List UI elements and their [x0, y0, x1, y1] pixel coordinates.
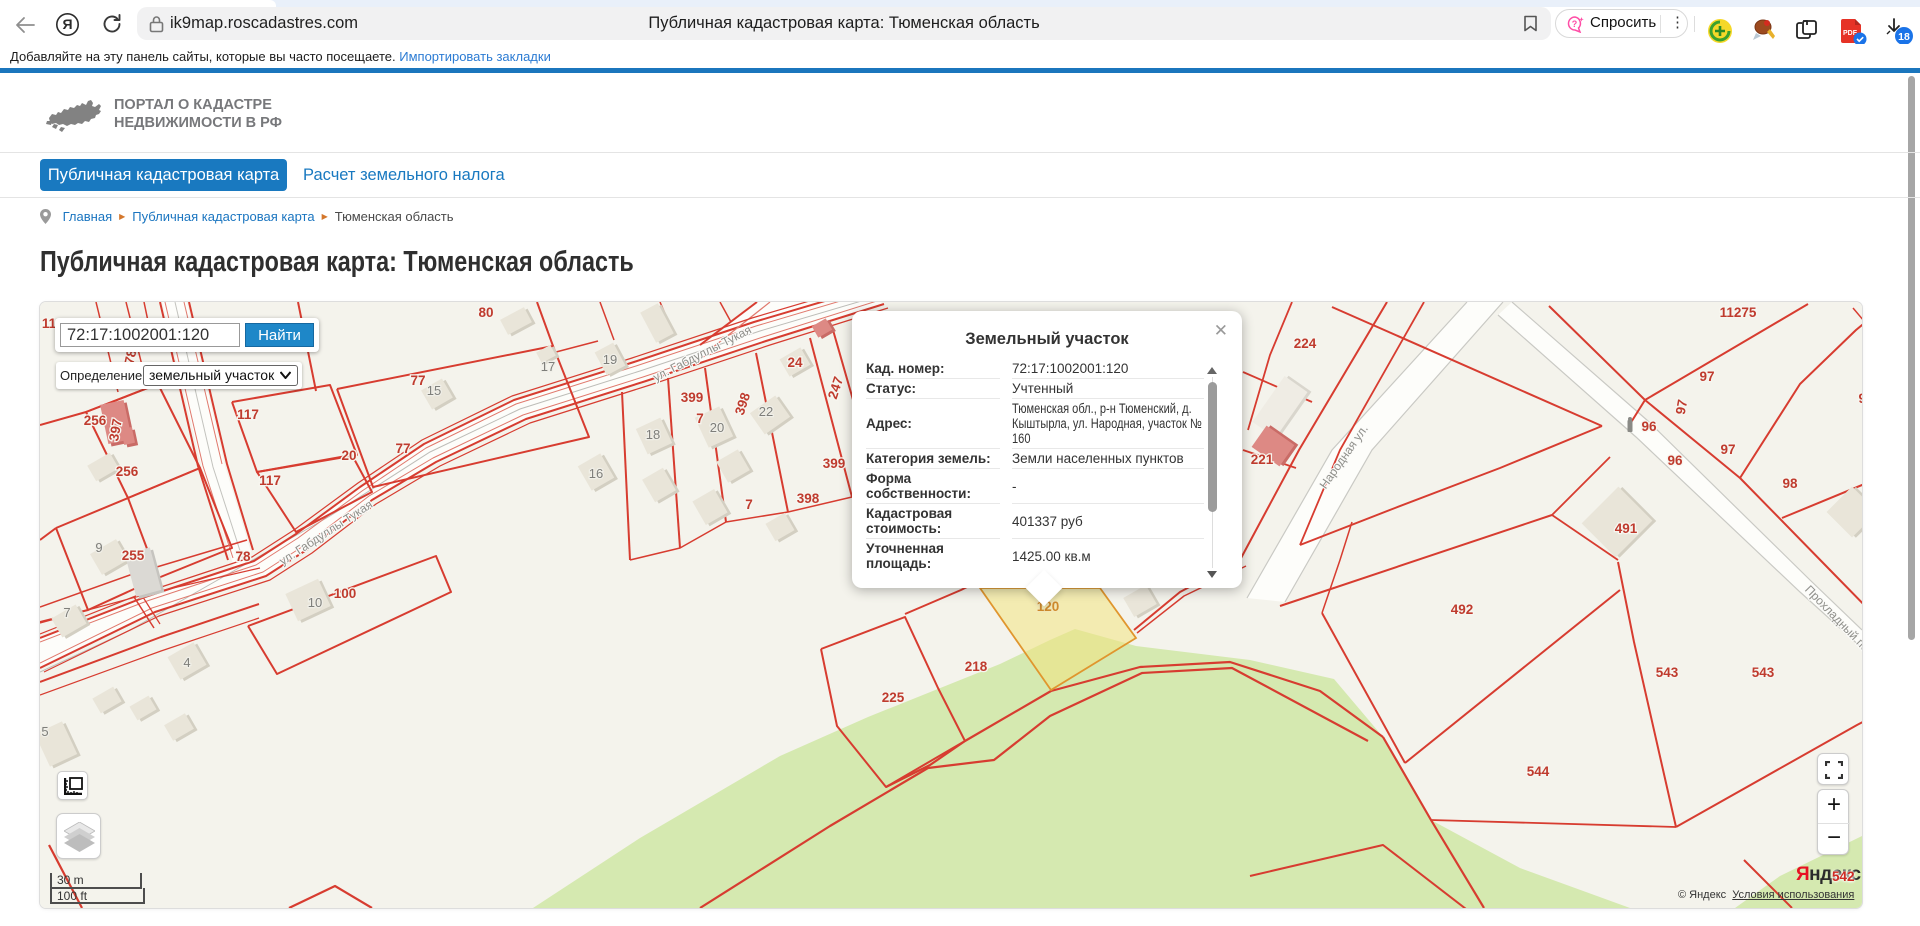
- svg-text:20: 20: [710, 420, 724, 435]
- svg-text:18: 18: [1898, 31, 1910, 43]
- svg-text:224: 224: [1294, 336, 1317, 351]
- svg-text:80: 80: [478, 305, 493, 320]
- svg-text:225: 225: [882, 690, 905, 705]
- svg-text:19: 19: [603, 352, 617, 367]
- svg-text:97: 97: [1699, 369, 1714, 384]
- svg-text:96: 96: [1641, 419, 1657, 434]
- svg-text:218: 218: [965, 659, 988, 674]
- svg-text:20: 20: [341, 448, 356, 463]
- svg-text:15: 15: [427, 383, 441, 398]
- svg-text:100 ft: 100 ft: [57, 889, 88, 903]
- svg-text:9: 9: [95, 540, 102, 555]
- svg-text:Я: Я: [62, 16, 72, 32]
- svg-text:77: 77: [410, 373, 425, 388]
- svg-text:543: 543: [1656, 665, 1679, 680]
- svg-text:97: 97: [1720, 442, 1735, 457]
- svg-text:78: 78: [235, 549, 251, 564]
- svg-text:96: 96: [1858, 391, 1862, 406]
- svg-text:117: 117: [259, 473, 281, 488]
- svg-text:543: 543: [1752, 665, 1775, 680]
- svg-text:4: 4: [183, 655, 190, 670]
- svg-text:17: 17: [541, 359, 555, 374]
- svg-text:398: 398: [797, 491, 820, 506]
- svg-text:97: 97: [1673, 398, 1690, 415]
- svg-text:117: 117: [237, 407, 259, 422]
- svg-text:?: ?: [1572, 19, 1578, 29]
- svg-text:7: 7: [745, 497, 753, 512]
- svg-text:77: 77: [395, 441, 410, 456]
- svg-text:5: 5: [41, 724, 48, 739]
- svg-text:399: 399: [823, 456, 846, 471]
- svg-text:11275: 11275: [1720, 305, 1757, 320]
- svg-text:10: 10: [308, 595, 322, 610]
- svg-text:399: 399: [681, 390, 704, 405]
- svg-text:96: 96: [1667, 453, 1683, 468]
- svg-text:221: 221: [1251, 452, 1274, 467]
- svg-text:30 m: 30 m: [57, 873, 84, 887]
- svg-text:100: 100: [334, 586, 357, 601]
- svg-text:18: 18: [646, 427, 660, 442]
- svg-text:255: 255: [122, 548, 145, 563]
- svg-text:16: 16: [589, 466, 603, 481]
- svg-text:24: 24: [787, 355, 803, 370]
- svg-text:98: 98: [1782, 476, 1798, 491]
- svg-text:7: 7: [696, 411, 704, 426]
- svg-text:22: 22: [759, 404, 773, 419]
- svg-text:256: 256: [116, 464, 139, 479]
- svg-text:492: 492: [1451, 602, 1474, 617]
- svg-text:256: 256: [84, 413, 107, 428]
- svg-text:7: 7: [63, 605, 70, 620]
- svg-text:491: 491: [1615, 521, 1638, 536]
- svg-text:544: 544: [1527, 764, 1550, 779]
